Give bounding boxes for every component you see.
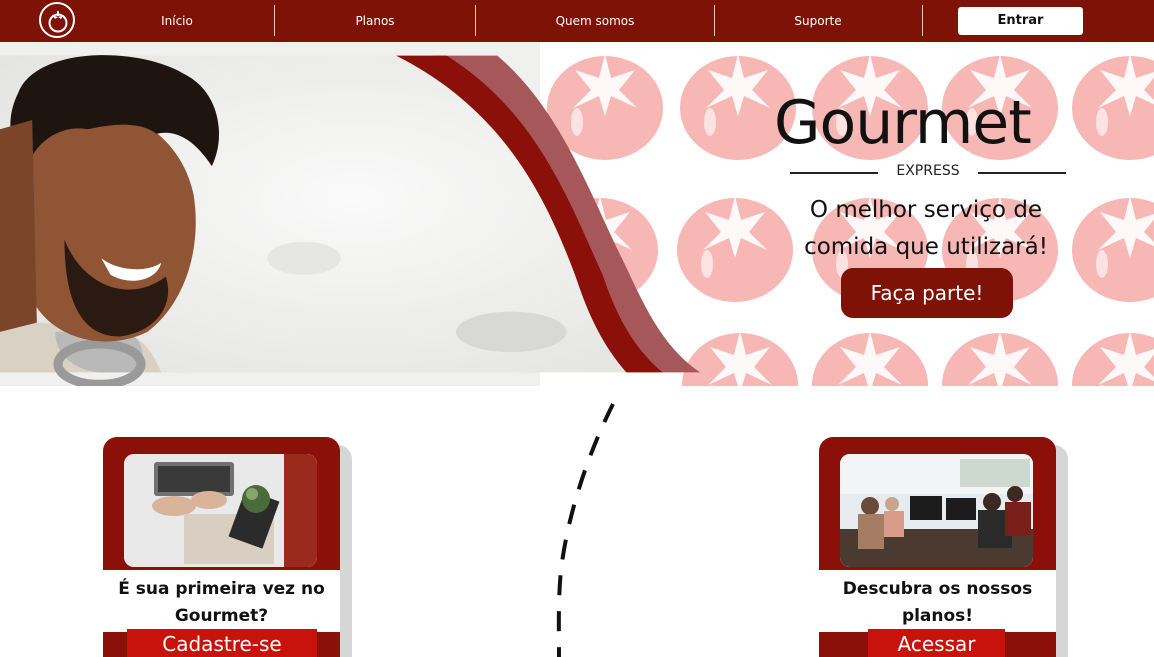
nav-item-inicio[interactable]: Início [96, 0, 258, 42]
dashed-curve-divider [556, 403, 615, 657]
plans-card: Descubra os nossos planos! Acessar [819, 437, 1056, 657]
brand-subtitle-text: EXPRESS [896, 163, 960, 179]
nav-item-planos[interactable]: Planos [292, 0, 458, 42]
signup-card: É sua primeira vez no Gourmet? Cadastre-… [103, 437, 340, 657]
top-navbar: Início Planos Quem somos Suporte Entrar [0, 0, 1154, 42]
card-title: É sua primeira vez no Gourmet? [118, 579, 325, 626]
hero-tagline: O melhor serviço de comida que utilizará… [804, 197, 1048, 260]
brand-subtitle: EXPRESS [790, 162, 1066, 182]
divider-line [790, 172, 878, 174]
tomato-logo-icon[interactable] [39, 2, 75, 38]
join-cta-button[interactable]: Faça parte! [841, 268, 1013, 318]
card-title: Descubra os nossos planos! [842, 579, 1033, 626]
signup-button[interactable]: Cadastre-se [127, 629, 317, 657]
login-button[interactable]: Entrar [958, 7, 1083, 35]
nav-divider [475, 5, 476, 36]
hero-photo-smiling-man [0, 55, 700, 386]
brand-title-text: Gourmet [774, 88, 1032, 158]
card-photo-laptop [124, 454, 317, 567]
access-plans-button[interactable]: Acessar [868, 629, 1005, 657]
hero-banner: Gourmet EXPRESS O melhor serviço de comi… [0, 42, 1154, 386]
nav-divider [274, 5, 275, 36]
card-photo-office [840, 454, 1033, 567]
nav-divider [922, 5, 923, 36]
nav-divider [714, 5, 715, 36]
brand-logo-title: Gourmet [774, 88, 1032, 158]
divider-line [978, 172, 1066, 174]
nav-item-quem-somos[interactable]: Quem somos [496, 0, 694, 42]
nav-item-suporte[interactable]: Suporte [734, 0, 902, 42]
